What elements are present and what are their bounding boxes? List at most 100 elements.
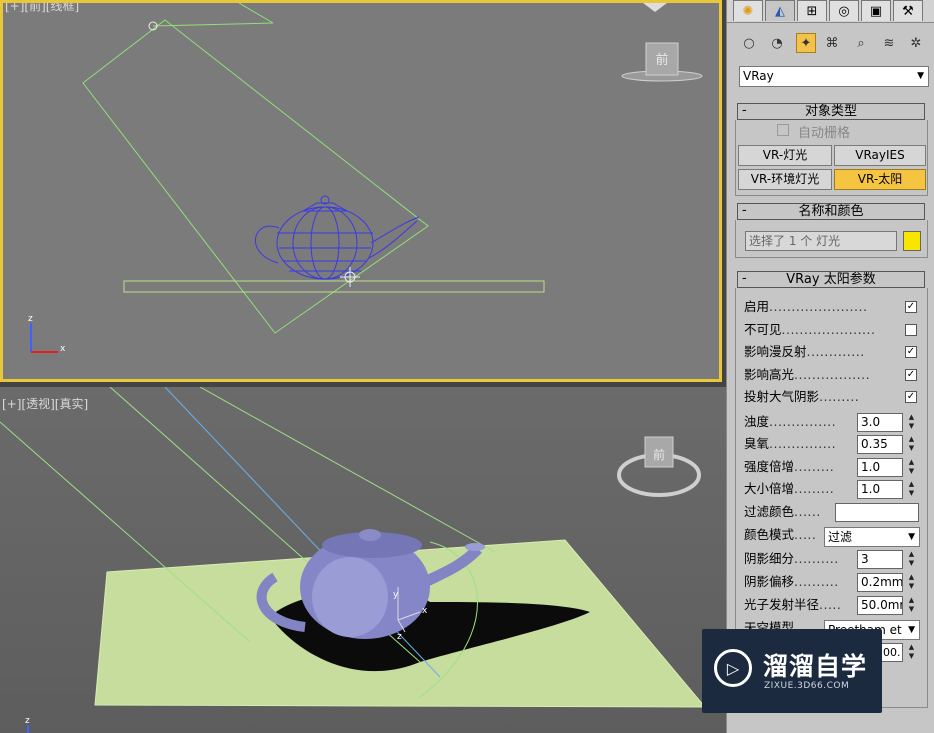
cast-atmos-shadows-label: 投射大气阴影 xyxy=(744,389,820,404)
cast-atmos-shadows-row: 投射大气阴影......... xyxy=(744,389,860,404)
sun-light-gizmo xyxy=(82,19,429,334)
systems-icon[interactable]: ✲ xyxy=(906,33,926,53)
spacewarps-icon[interactable]: ≋ xyxy=(879,33,899,53)
display-icon: ▣ xyxy=(869,3,883,19)
svg-text:z: z xyxy=(397,632,402,642)
filter-color-swatch[interactable] xyxy=(835,503,919,522)
perspective-viewport-scene: y x z 前 z xyxy=(0,387,707,733)
shadow-bias-label: 阴影偏移 xyxy=(744,574,795,589)
partial-value-spinner[interactable]: ▲ ▼ xyxy=(907,643,916,662)
chevron-down-icon: ▼ xyxy=(917,71,924,81)
create-tab[interactable]: ✺ xyxy=(733,0,763,21)
svg-text:y: y xyxy=(393,590,399,600)
svg-text:z: z xyxy=(28,314,33,324)
cameras-icon[interactable]: ⌘ xyxy=(822,33,842,53)
hierarchy-tab[interactable]: ⊞ xyxy=(797,0,827,21)
display-tab[interactable]: ▣ xyxy=(861,0,891,21)
ozone-spinner[interactable]: ▲ ▼ xyxy=(907,435,916,454)
affect-diffuse-checkbox[interactable]: ✓ xyxy=(905,346,917,358)
autogrid-label: 自动栅格 xyxy=(798,126,851,141)
viewcube-label: 前 xyxy=(653,447,665,462)
modify-icon: ◭ xyxy=(775,3,785,19)
turbidity-input[interactable]: 3.0 xyxy=(857,413,903,432)
svg-text:x: x xyxy=(422,606,428,616)
geometry-icon[interactable]: ○ xyxy=(739,33,759,53)
svg-text:z: z xyxy=(25,716,30,726)
command-panel-tabs: ✺ ◭ ⊞ ◎ ▣ ⚒ xyxy=(727,0,934,23)
invisible-checkbox[interactable] xyxy=(905,324,917,336)
light-type-dropdown[interactable]: VRay ▼ xyxy=(739,66,929,87)
perspective-viewport[interactable]: [+][透视][真实] y x z 前 z xyxy=(0,387,726,733)
partial-value-input[interactable]: 00. xyxy=(879,643,903,662)
chevron-down-icon: ▼ xyxy=(908,532,915,542)
photon-radius-input[interactable]: 50.0mr xyxy=(857,596,903,615)
vrayies-button[interactable]: VRayIES xyxy=(834,145,926,166)
photon-radius-row: 光子发射半径..... xyxy=(744,597,842,612)
enabled-checkbox[interactable]: ✓ xyxy=(905,301,917,313)
teapot-wireframe xyxy=(254,195,420,280)
color-mode-dropdown[interactable]: 过滤 ▼ xyxy=(824,527,920,547)
object-color-swatch[interactable] xyxy=(903,231,921,251)
vray-sun-params-rollout-header[interactable]: - VRay 太阳参数 xyxy=(737,271,925,288)
name-color-title: 名称和颜色 xyxy=(798,204,864,219)
affect-specular-label: 影响高光 xyxy=(744,367,795,382)
lights-icon[interactable]: ✦ xyxy=(796,33,816,53)
photon-radius-spinner[interactable]: ▲ ▼ xyxy=(907,596,916,615)
cast-atmos-shadows-checkbox[interactable]: ✓ xyxy=(905,391,917,403)
front-viewport[interactable]: [+][前][线框] z x 前 xyxy=(0,0,722,382)
turbidity-spinner[interactable]: ▲ ▼ xyxy=(907,413,916,432)
vr-light-button[interactable]: VR-灯光 xyxy=(738,145,832,166)
turbidity-label: 浊度 xyxy=(744,414,770,429)
size-mult-input[interactable]: 1.0 xyxy=(857,480,903,499)
affect-specular-checkbox[interactable]: ✓ xyxy=(905,369,917,381)
invisible-label: 不可见 xyxy=(744,322,782,337)
watermark: ▷ 溜溜自学 ZIXUE.3D66.COM xyxy=(702,629,882,713)
category-icons: ○ ◔ ✦ ⌘ ⌕ ≋ ✲ xyxy=(739,33,934,55)
light-type-value: VRay xyxy=(743,69,774,83)
svg-text:x: x xyxy=(60,344,66,354)
utilities-tab[interactable]: ⚒ xyxy=(893,0,923,21)
ozone-label: 臭氧 xyxy=(744,436,770,451)
play-icon: ▷ xyxy=(714,649,752,687)
intensity-mult-input[interactable]: 1.0 xyxy=(857,458,903,477)
helpers-icon[interactable]: ⌕ xyxy=(851,33,871,53)
utilities-icon: ⚒ xyxy=(902,3,914,19)
size-mult-spinner[interactable]: ▲ ▼ xyxy=(907,480,916,499)
chevron-down-icon: ▼ xyxy=(908,625,915,635)
enabled-row: 启用...................... xyxy=(744,299,868,314)
filter-color-label: 过滤颜色 xyxy=(744,504,795,519)
ozone-input[interactable]: 0.35 xyxy=(857,435,903,454)
object-type-title: 对象类型 xyxy=(804,104,857,119)
size-mult-row: 大小倍增......... xyxy=(744,481,835,496)
object-name-field[interactable]: 选择了 1 个 灯光 xyxy=(745,231,897,251)
shadow-subdivs-label: 阴影细分 xyxy=(744,551,795,566)
shadow-subdivs-spinner[interactable]: ▲ ▼ xyxy=(907,550,916,569)
command-panel: ✺ ◭ ⊞ ◎ ▣ ⚒ ○ ◔ ✦ ⌘ ⌕ ≋ ✲ VRay ▼ - 对象类型 自… xyxy=(726,0,934,733)
enabled-label: 启用 xyxy=(744,299,770,314)
shadow-subdivs-input[interactable]: 3 xyxy=(857,550,903,569)
watermark-url: ZIXUE.3D66.COM xyxy=(764,681,850,691)
ground-plane-wire xyxy=(123,280,545,293)
affect-specular-row: 影响高光................. xyxy=(744,367,871,382)
vr-sun-button[interactable]: VR-太阳 xyxy=(834,169,926,190)
intensity-mult-spinner[interactable]: ▲ ▼ xyxy=(907,458,916,477)
modify-tab[interactable]: ◭ xyxy=(765,0,795,21)
name-color-rollout-header[interactable]: - 名称和颜色 xyxy=(737,203,925,220)
create-icon: ✺ xyxy=(742,3,754,19)
photon-radius-label: 光子发射半径 xyxy=(744,597,820,612)
color-mode-label: 颜色模式 xyxy=(744,527,795,542)
object-type-rollout-header[interactable]: - 对象类型 xyxy=(737,103,925,120)
affect-diffuse-label: 影响漫反射 xyxy=(744,344,807,359)
shadow-bias-spinner[interactable]: ▲ ▼ xyxy=(907,573,916,592)
shadow-bias-input[interactable]: 0.2mm xyxy=(857,573,903,592)
color-mode-value: 过滤 xyxy=(828,530,853,544)
shadow-bias-row: 阴影偏移.......... xyxy=(744,574,839,589)
watermark-title: 溜溜自学 xyxy=(763,652,868,681)
hierarchy-icon: ⊞ xyxy=(806,3,818,19)
intensity-mult-label: 强度倍增 xyxy=(744,459,795,474)
shadow-subdivs-row: 阴影细分.......... xyxy=(744,551,839,566)
motion-tab[interactable]: ◎ xyxy=(829,0,859,21)
vr-ambient-light-button[interactable]: VR-环境灯光 xyxy=(738,169,832,190)
shapes-icon[interactable]: ◔ xyxy=(767,33,787,53)
autogrid-checkbox[interactable] xyxy=(777,124,789,136)
